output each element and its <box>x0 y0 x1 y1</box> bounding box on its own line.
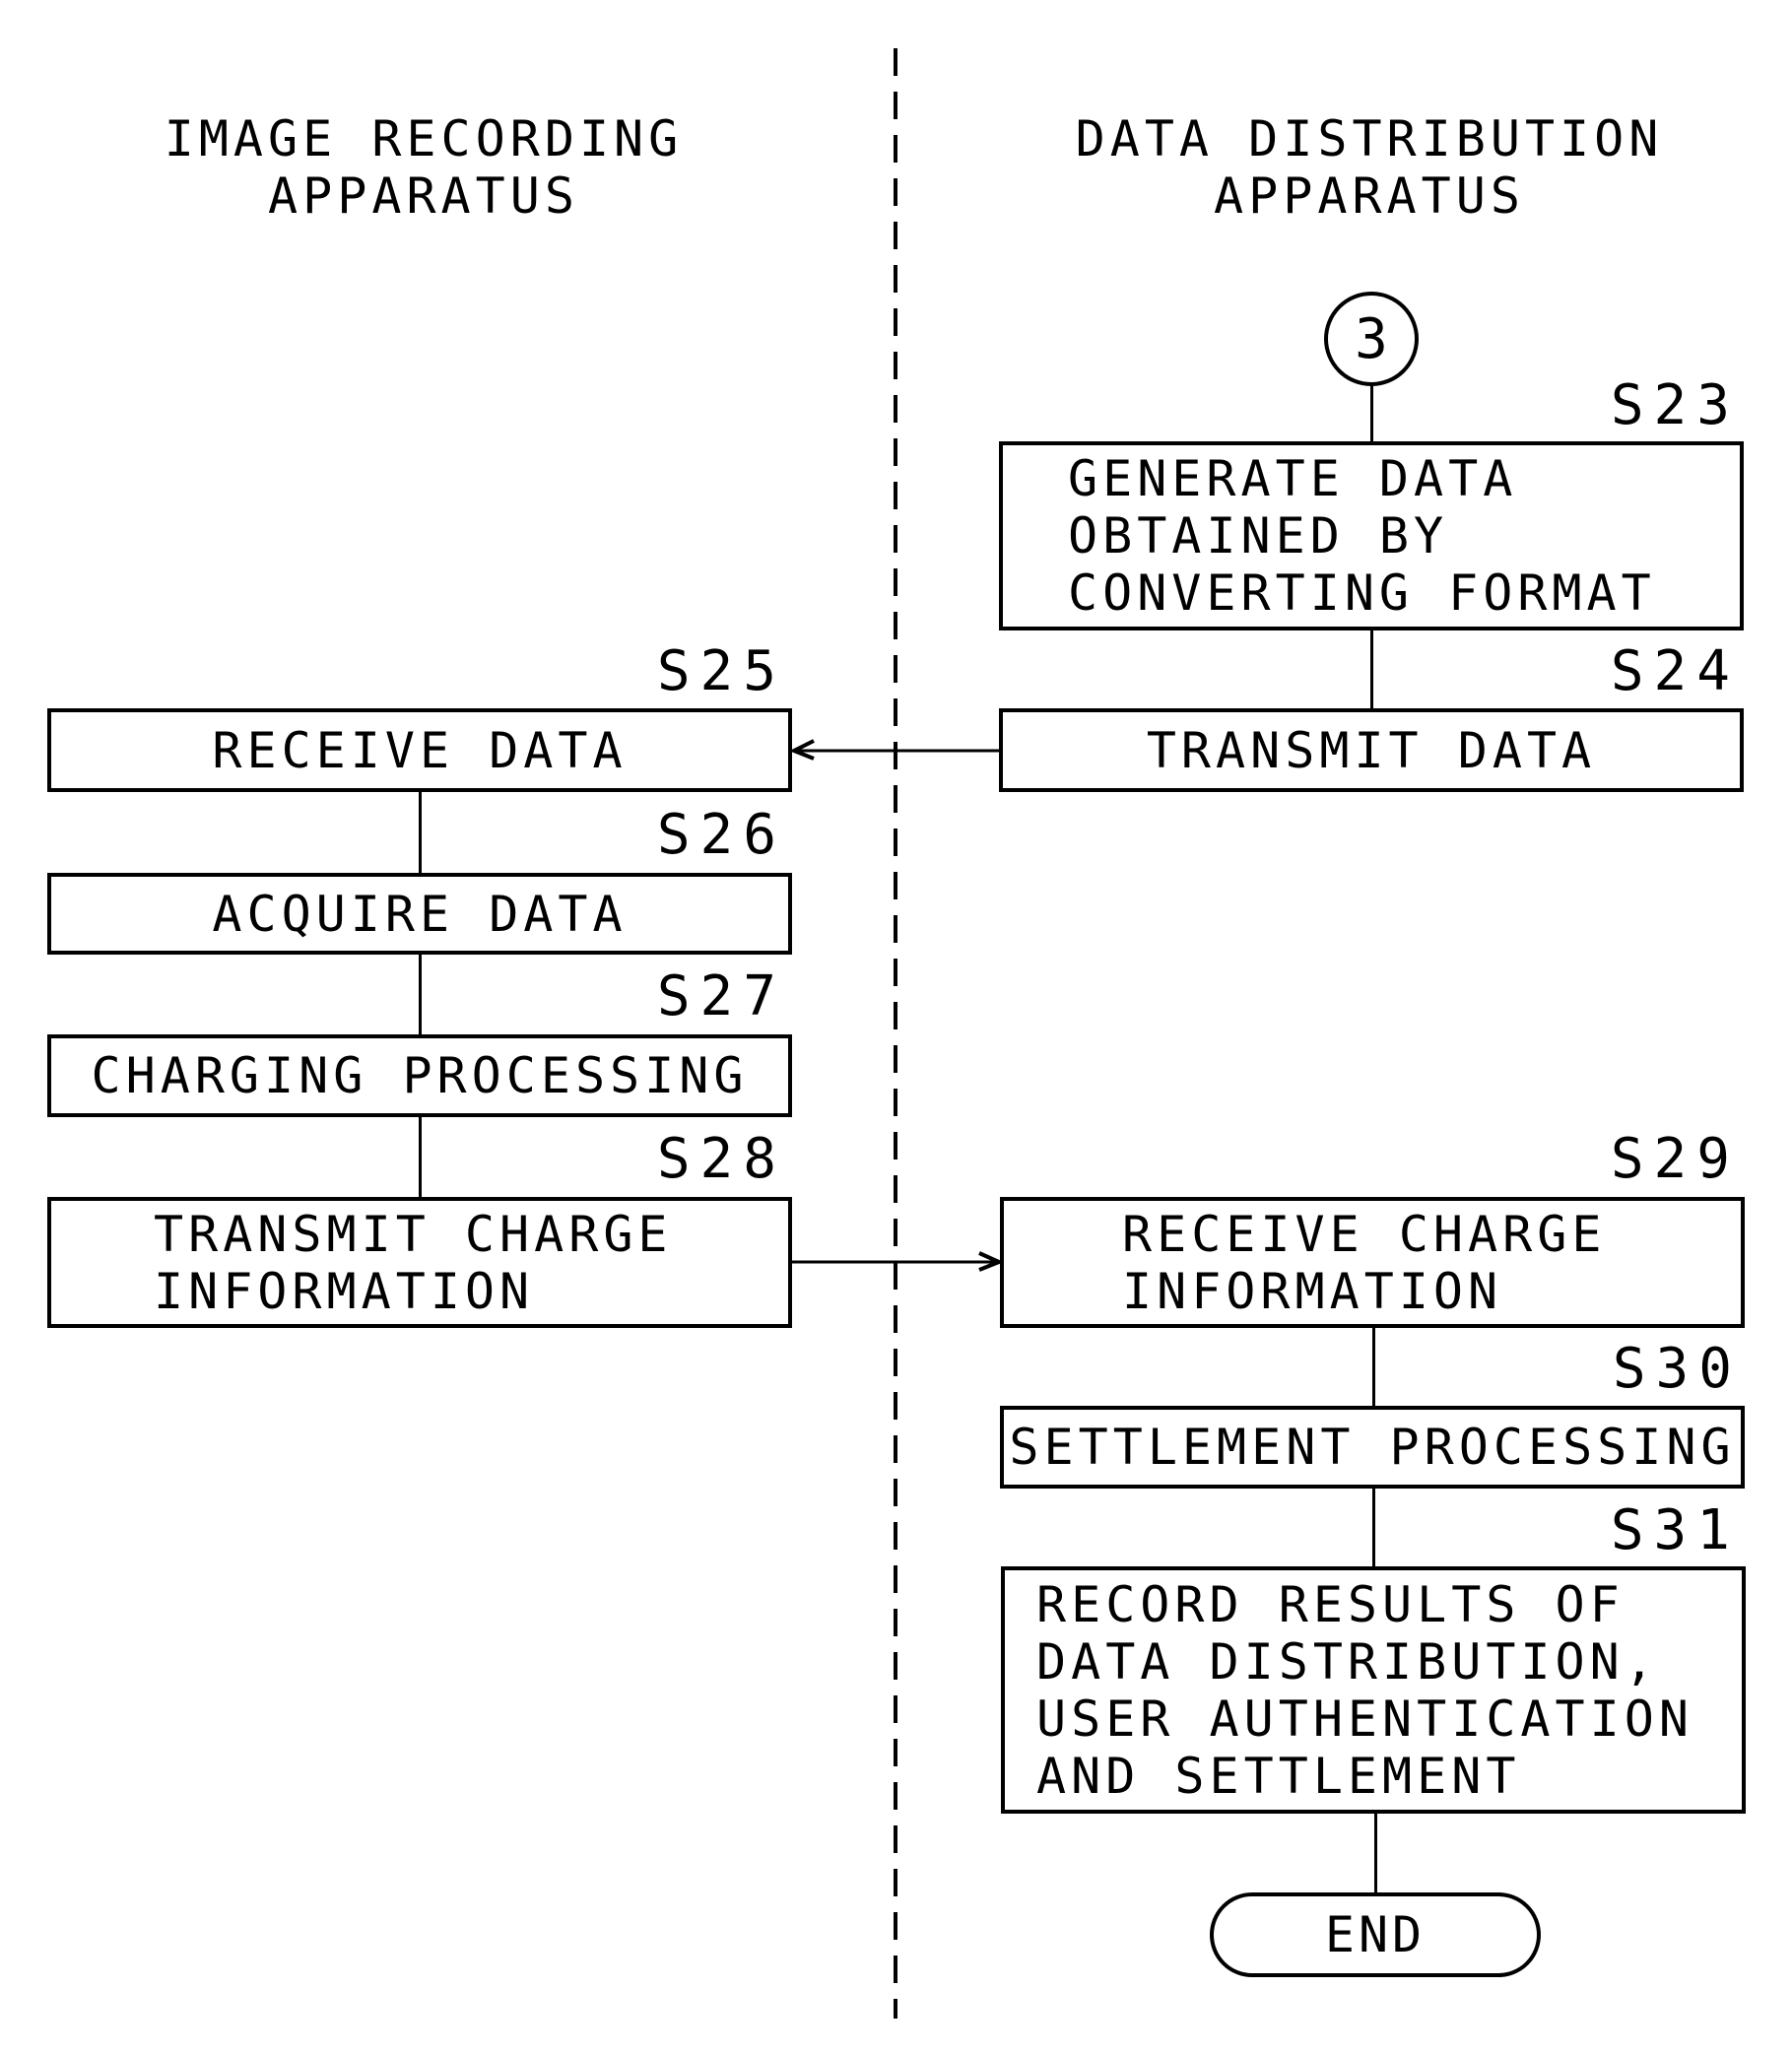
process-box-s29: RECEIVE CHARGE INFORMATION <box>1000 1197 1745 1328</box>
process-box-s30: SETTLEMENT PROCESSING <box>1000 1406 1745 1489</box>
lane-title-data-distribution-apparatus: DATA DISTRIBUTION APPARATUS <box>1075 110 1664 225</box>
step-label-s30: S30 <box>1612 1337 1742 1401</box>
process-box-s26: ACQUIRE DATA <box>47 873 792 955</box>
terminal-label: END <box>1324 1906 1427 1963</box>
step-label-s25: S25 <box>656 639 786 703</box>
process-box-s24: TRANSMIT DATA <box>999 708 1744 792</box>
flow-line-s31-end <box>1374 1812 1377 1893</box>
step-label-s29: S29 <box>1610 1127 1740 1191</box>
flow-line-s27-s28 <box>419 1115 422 1199</box>
flow-line-s30-s31 <box>1372 1487 1375 1568</box>
process-text-s25: RECEIVE DATA <box>212 721 628 779</box>
step-label-s28: S28 <box>656 1127 786 1191</box>
lane-divider <box>894 48 897 2019</box>
step-label-s27: S27 <box>656 964 786 1028</box>
step-label-s23: S23 <box>1610 373 1740 437</box>
arrow-s24-to-s25 <box>789 739 1001 761</box>
lane-title-image-recording-apparatus: IMAGE RECORDING APPARATUS <box>164 110 684 225</box>
step-label-s24: S24 <box>1610 639 1740 703</box>
terminal-end: END <box>1210 1892 1541 1977</box>
step-label-s31: S31 <box>1610 1498 1740 1562</box>
process-text-s26: ACQUIRE DATA <box>212 885 628 943</box>
connector-label: 3 <box>1355 306 1388 371</box>
process-text-s28: TRANSMIT CHARGE INFORMATION <box>154 1205 673 1320</box>
flow-line-s23-s24 <box>1370 628 1373 710</box>
step-label-s26: S26 <box>656 803 786 867</box>
process-text-s30: SETTLEMENT PROCESSING <box>1009 1419 1736 1476</box>
flow-line-s29-s30 <box>1372 1325 1375 1407</box>
process-text-s27: CHARGING PROCESSING <box>91 1047 749 1104</box>
process-text-s29: RECEIVE CHARGE INFORMATION <box>1122 1205 1607 1320</box>
off-page-connector-3: 3 <box>1324 292 1419 386</box>
process-text-s31: RECORD RESULTS OF DATA DISTRIBUTION, USE… <box>1036 1575 1693 1805</box>
flow-line-s25-s26 <box>419 790 422 875</box>
process-box-s23: GENERATE DATA OBTAINED BY CONVERTING FOR… <box>999 441 1744 630</box>
flow-line-s26-s27 <box>419 953 422 1036</box>
process-box-s28: TRANSMIT CHARGE INFORMATION <box>47 1197 792 1328</box>
process-text-s23: GENERATE DATA OBTAINED BY CONVERTING FOR… <box>1068 450 1656 622</box>
flow-line-connector-s23 <box>1370 386 1373 443</box>
process-text-s24: TRANSMIT DATA <box>1146 721 1597 779</box>
process-box-s27: CHARGING PROCESSING <box>47 1034 792 1117</box>
process-box-s31: RECORD RESULTS OF DATA DISTRIBUTION, USE… <box>1001 1566 1746 1814</box>
process-box-s25: RECEIVE DATA <box>47 708 792 792</box>
